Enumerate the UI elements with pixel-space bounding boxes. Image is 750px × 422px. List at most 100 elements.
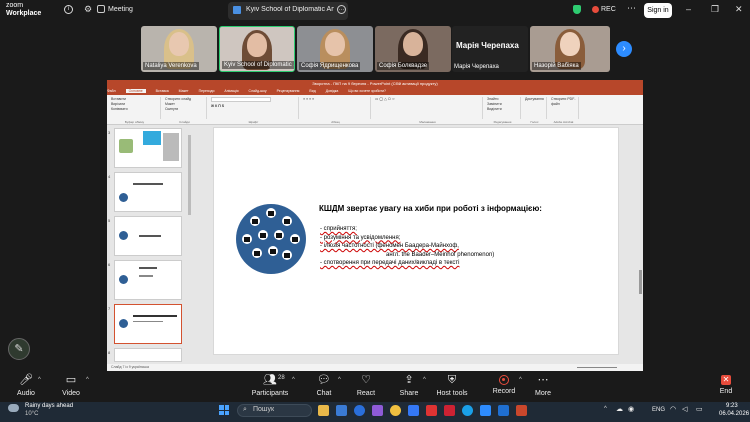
- dictate-button[interactable]: Диктування: [525, 97, 546, 102]
- participant-tile[interactable]: Софія Болквадзе: [375, 26, 451, 72]
- participant-face: [247, 33, 267, 57]
- record-button[interactable]: Record: [484, 373, 524, 401]
- paragraph-buttons[interactable]: ≡ ≡ ≡ ≡: [303, 97, 370, 102]
- word-icon[interactable]: [498, 405, 509, 416]
- participant-face: [560, 32, 580, 56]
- reset-button[interactable]: Скинути: [165, 107, 206, 112]
- participant-face: [169, 32, 189, 56]
- shapes-gallery[interactable]: ▭ ◯ △ ⬠ ⇨: [375, 97, 482, 102]
- file-explorer-icon[interactable]: [318, 405, 329, 416]
- shield-icon: ⛨: [447, 374, 457, 386]
- ppt-zoom-slider[interactable]: [577, 367, 617, 368]
- windows-start-icon[interactable]: [219, 405, 229, 415]
- ppt-menu-file[interactable]: Файл: [107, 89, 116, 93]
- thumbnail-scrollbar[interactable]: [188, 135, 191, 215]
- ppt-menu-slideshow[interactable]: Слайд-шоу: [248, 89, 266, 93]
- security-shield-icon[interactable]: [573, 5, 581, 14]
- mail-icon[interactable]: [408, 405, 419, 416]
- slide-scrollbar[interactable]: [639, 270, 642, 294]
- chrome-icon[interactable]: [390, 405, 401, 416]
- font-format-buttons[interactable]: Ж К П S: [211, 104, 298, 109]
- ribbon-group-drawing: ▭ ◯ △ ⬠ ⇨ Малювання: [373, 97, 483, 124]
- create-pdf-button[interactable]: Створити PDF-файл: [551, 97, 578, 107]
- video-options-caret-icon[interactable]: ^: [86, 377, 89, 383]
- tray-overflow-icon[interactable]: ^: [604, 406, 607, 412]
- participant-tile[interactable]: Nataliya Verenkova: [141, 26, 217, 72]
- participant-tile-no-video[interactable]: Марія Черепаха Марія Черепаха: [452, 26, 528, 72]
- annotate-pen-icon[interactable]: ✎: [8, 338, 30, 360]
- wifi-icon[interactable]: ◠: [670, 405, 676, 413]
- ppt-menu-insert[interactable]: Вставка: [156, 89, 169, 93]
- clock-date[interactable]: 06.04.2026: [719, 411, 749, 417]
- battery-icon[interactable]: ▭: [696, 405, 703, 413]
- ppt-menu-design[interactable]: Макет: [179, 89, 189, 93]
- ppt-menu-animations[interactable]: Анімація: [224, 89, 238, 93]
- slide-canvas[interactable]: КШДМ звертає увагу на хиби при роботі з …: [213, 127, 619, 355]
- participant-tile-active-speaker[interactable]: Kyiv School of Diplomatic ...: [219, 26, 295, 72]
- ribbon-group-label: Абзац: [331, 120, 340, 124]
- share-tab-label: Kyiv School of Diplomatic Arts's s: [246, 6, 334, 13]
- ppt-menu-help[interactable]: Довідка: [326, 89, 339, 93]
- video-button[interactable]: ▭ Video: [51, 373, 91, 401]
- weather-cloud-icon[interactable]: [8, 404, 19, 412]
- meeting-label[interactable]: Meeting: [108, 6, 133, 13]
- share-caret-icon[interactable]: ^: [423, 377, 426, 383]
- minimize-icon[interactable]: –: [686, 5, 691, 14]
- copy-button[interactable]: Копіювати: [111, 107, 160, 112]
- font-name-select[interactable]: [211, 97, 271, 102]
- slide-thumbnail[interactable]: [114, 172, 182, 212]
- audio-options-caret-icon[interactable]: ^: [38, 377, 41, 383]
- weather-summary[interactable]: Rainy days ahead: [25, 403, 73, 409]
- host-tools-button[interactable]: ⛨ Host tools: [432, 373, 472, 401]
- participant-face: [403, 32, 423, 56]
- select-button[interactable]: Виділити: [487, 107, 520, 112]
- slide-bullet: - спотворення при передачі даних/викладі…: [320, 260, 460, 266]
- browser-icon[interactable]: [354, 405, 365, 416]
- share-tab-more-icon[interactable]: …: [337, 5, 346, 14]
- settings-icon[interactable]: ⚙: [84, 5, 92, 14]
- slide-thumbnail[interactable]: [114, 128, 182, 168]
- more-button[interactable]: ⋯ More: [523, 373, 563, 401]
- participants-label: Participants: [251, 390, 289, 397]
- taskbar-app-icon[interactable]: [336, 405, 347, 416]
- recording-dot-icon: [592, 6, 599, 13]
- slide-thumbnail-selected[interactable]: [114, 304, 182, 344]
- end-label: End: [719, 388, 733, 395]
- zoom-taskbar-icon[interactable]: [480, 405, 491, 416]
- restore-icon[interactable]: ❐: [711, 5, 719, 14]
- slide-thumbnail[interactable]: [114, 260, 182, 300]
- participant-tile[interactable]: Софія Ядрищенкова: [297, 26, 373, 72]
- clock-time[interactable]: 9:23: [726, 403, 738, 409]
- participant-tile[interactable]: Назорій Вабіяка: [530, 26, 610, 72]
- slide-thumbnail[interactable]: [114, 216, 182, 256]
- react-button[interactable]: ♡ React: [346, 373, 386, 401]
- taskbar-app-icon[interactable]: [444, 405, 455, 416]
- ppt-menu-transitions[interactable]: Переходи: [199, 89, 215, 93]
- ppt-tell-me[interactable]: Що ви хочете зробити?: [348, 89, 386, 93]
- close-icon[interactable]: ✕: [735, 5, 743, 14]
- ppt-menu-review[interactable]: Рецензування: [277, 89, 300, 93]
- ppt-menu-home[interactable]: Основне: [125, 89, 146, 93]
- tray-app-icon[interactable]: ☁: [616, 405, 623, 413]
- chat-caret-icon[interactable]: ^: [338, 377, 341, 383]
- more-options-icon[interactable]: ⋯: [627, 3, 636, 14]
- record-caret-icon[interactable]: ^: [519, 377, 522, 383]
- heart-icon: ♡: [361, 374, 371, 386]
- speaker-icon[interactable]: ◁: [682, 405, 687, 413]
- tray-app-icon[interactable]: ◉: [628, 405, 634, 413]
- powerpoint-icon[interactable]: [516, 405, 527, 416]
- input-language[interactable]: ENG: [652, 407, 665, 413]
- sign-in-button[interactable]: Sign in: [644, 3, 672, 18]
- participants-caret-icon[interactable]: ^: [292, 377, 295, 383]
- next-page-arrow-icon[interactable]: ›: [616, 41, 632, 57]
- video-label: Video: [62, 390, 80, 397]
- ppt-menu-view[interactable]: Вид: [309, 89, 315, 93]
- slide-thumbnail[interactable]: [114, 348, 182, 362]
- taskbar-app-icon[interactable]: [426, 405, 437, 416]
- taskbar-search-input[interactable]: [237, 404, 312, 417]
- taskbar-app-icon[interactable]: [462, 405, 473, 416]
- info-icon[interactable]: i: [64, 5, 73, 14]
- ribbon-group-font: Ж К П S Шрифт: [209, 97, 299, 124]
- taskbar-app-icon[interactable]: [372, 405, 383, 416]
- end-meeting-button[interactable]: ✕ End: [706, 373, 746, 401]
